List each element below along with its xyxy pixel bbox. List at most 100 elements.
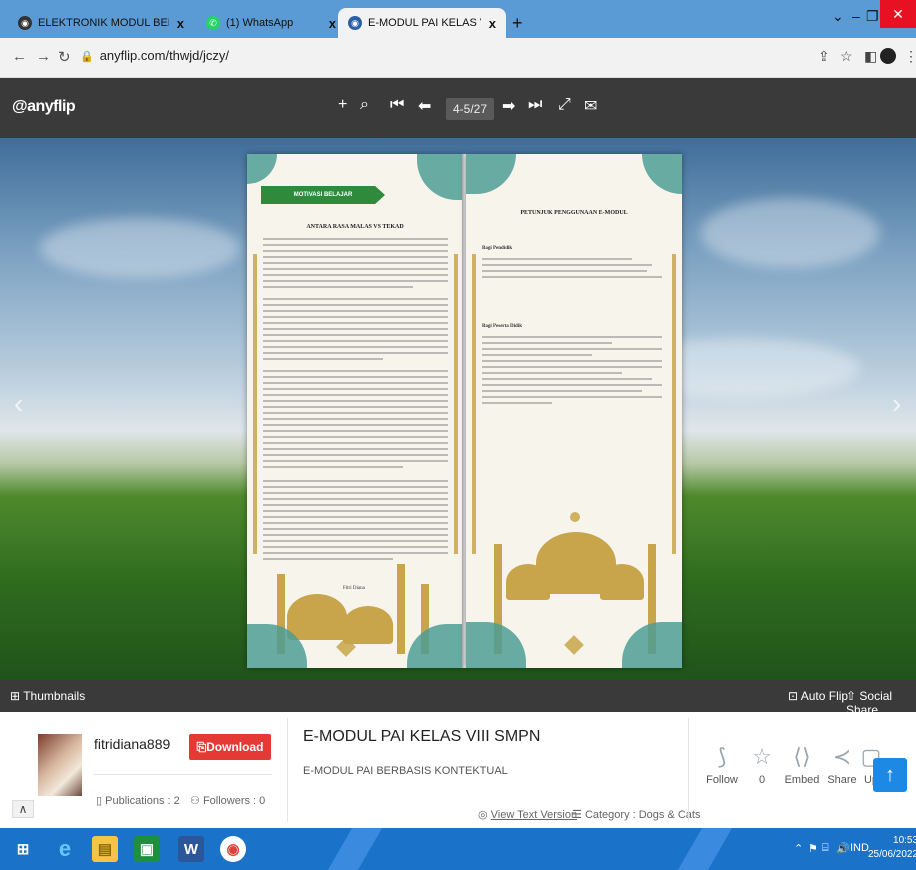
corner-ornament bbox=[247, 154, 277, 184]
tab-e-modul[interactable]: ◉ E-MODUL PAI KELAS VIII SMPN x bbox=[338, 8, 506, 38]
divider bbox=[94, 774, 272, 775]
rss-icon: ⟆ bbox=[717, 744, 727, 769]
network-icon[interactable]: ⌸ bbox=[822, 842, 829, 855]
url-text: anyflip.com/thwjd/jczy/ bbox=[99, 48, 230, 63]
clock[interactable]: 10:53 25/06/2022 bbox=[868, 834, 916, 862]
close-tab-icon[interactable]: x bbox=[329, 16, 336, 31]
window-close-icon[interactable]: ✕ bbox=[880, 0, 916, 28]
forward-icon[interactable]: → bbox=[36, 48, 51, 65]
flag-icon[interactable]: ⚑ bbox=[808, 842, 818, 855]
eye-icon: ◎ bbox=[478, 809, 488, 821]
file-explorer-icon[interactable]: ▤ bbox=[92, 836, 118, 862]
corner-ornament bbox=[622, 622, 682, 668]
book-page-right[interactable]: PETUNJUK PENGGUNAAN E-MODUL Bagi Pendidi… bbox=[466, 154, 682, 668]
view-text-version-link[interactable]: ◎ View Text Version bbox=[478, 808, 577, 821]
tab-whatsapp[interactable]: ✆ (1) WhatsApp x bbox=[196, 8, 346, 38]
page-heading: ANTARA RASA MALAS VS TEKAD bbox=[306, 224, 404, 230]
windows-start-icon[interactable]: ⊞ bbox=[10, 836, 36, 862]
border-ornament bbox=[253, 254, 257, 554]
anyflip-favicon-icon: ◉ bbox=[348, 16, 362, 30]
share-upload-icon: ⇧ bbox=[846, 689, 857, 703]
prev-page-arrow-icon[interactable]: ‹ bbox=[14, 388, 23, 420]
publisher-username[interactable]: fitridiana889 bbox=[94, 736, 170, 752]
thumbnails-button[interactable]: ⊞ Thumbnails bbox=[10, 689, 85, 703]
book-title: E-MODUL PAI KELAS VIII SMPN bbox=[303, 728, 541, 745]
book-info-panel: fitridiana889 ⎘Download PDF ▯ Publicatio… bbox=[0, 712, 916, 828]
arrow-up-icon: ↑ bbox=[885, 764, 895, 786]
signature-text: Fitri Diana bbox=[343, 586, 365, 591]
volume-icon[interactable]: 🔊 bbox=[836, 842, 850, 855]
anyflip-favicon-icon: ◉ bbox=[18, 16, 32, 30]
border-ornament bbox=[472, 254, 476, 554]
tray-chevron-icon[interactable]: ⌃ bbox=[794, 842, 803, 855]
book-page-left[interactable]: MOTIVASI BELAJAR ANTARA RASA MALAS VS TE… bbox=[247, 154, 464, 668]
border-ornament bbox=[672, 254, 676, 554]
share-mail-icon[interactable]: ✉ bbox=[584, 96, 597, 116]
new-tab-button[interactable]: + bbox=[512, 13, 523, 34]
followers-count[interactable]: ⚇ Followers : 0 bbox=[190, 794, 265, 807]
clock-time: 10:53 bbox=[893, 835, 916, 846]
sky-cloud bbox=[40, 218, 240, 278]
restore-icon[interactable]: ❐ bbox=[866, 8, 879, 25]
search-icon[interactable]: ⌕ bbox=[360, 96, 369, 114]
back-icon[interactable]: ← bbox=[12, 48, 27, 65]
chrome-icon[interactable]: ◉ bbox=[220, 836, 246, 862]
embed-button[interactable]: ⟨⟩ Embed bbox=[780, 740, 824, 786]
browser-tab-strip: ◉ ELEKTRONIK MODUL BERBASIS I x ✆ (1) Wh… bbox=[0, 0, 916, 38]
profile-avatar[interactable] bbox=[880, 48, 896, 64]
word-icon[interactable]: W bbox=[178, 836, 204, 862]
page-indicator-input[interactable]: 4-5/27 bbox=[446, 98, 494, 120]
minimize-icon[interactable]: – bbox=[852, 8, 860, 24]
code-icon: ⟨⟩ bbox=[793, 744, 811, 769]
close-tab-icon[interactable]: x bbox=[489, 16, 496, 31]
previous-page-icon[interactable]: ⬅ bbox=[418, 96, 431, 116]
user-icon: ⚇ bbox=[190, 795, 200, 807]
play-icon: ⊡ bbox=[788, 689, 799, 703]
fullscreen-icon[interactable]: ⤢ bbox=[558, 96, 571, 114]
auto-flip-label: Auto Flip bbox=[800, 689, 849, 703]
corner-ornament bbox=[642, 154, 682, 194]
first-page-icon[interactable]: ⏮ bbox=[390, 96, 404, 114]
tab-title: ELEKTRONIK MODUL BERBASIS I bbox=[38, 17, 169, 29]
like-button[interactable]: ☆ 0 bbox=[740, 740, 784, 786]
zoom-in-icon[interactable]: + bbox=[338, 96, 347, 114]
category-link[interactable]: ☰ Category : Dogs & Cats bbox=[572, 808, 701, 821]
corner-ornament bbox=[407, 624, 464, 668]
border-ornament bbox=[454, 254, 458, 554]
thumbnails-label: Thumbnails bbox=[23, 689, 86, 703]
sidepanel-icon[interactable]: ◧ bbox=[864, 48, 877, 65]
next-page-icon[interactable]: ➡ bbox=[502, 96, 515, 116]
auto-flip-button[interactable]: ⊡ Auto Flip bbox=[788, 689, 848, 703]
next-page-arrow-icon[interactable]: › bbox=[892, 388, 901, 420]
last-page-icon[interactable]: ⏭ bbox=[528, 96, 542, 114]
tab-title: (1) WhatsApp bbox=[226, 17, 294, 29]
publications-count[interactable]: ▯ Publications : 2 bbox=[96, 794, 180, 807]
download-pdf-button[interactable]: ⎘Download PDF bbox=[189, 734, 271, 780]
internet-explorer-icon[interactable]: e bbox=[52, 836, 78, 862]
bookmark-star-icon[interactable]: ☆ bbox=[840, 48, 853, 65]
publisher-avatar[interactable] bbox=[38, 734, 82, 796]
book-subtitle: E-MODUL PAI BERBASIS KONTEKTUAL bbox=[303, 765, 508, 777]
close-tab-icon[interactable]: x bbox=[177, 16, 184, 31]
collapse-button[interactable]: ∧ bbox=[12, 800, 34, 818]
corner-ornament bbox=[466, 622, 526, 668]
chevron-up-icon: ∧ bbox=[18, 802, 28, 816]
reload-icon[interactable]: ↻ bbox=[58, 48, 71, 66]
tab-elektronik-modul[interactable]: ◉ ELEKTRONIK MODUL BERBASIS I x bbox=[8, 8, 194, 38]
scroll-top-button[interactable]: ↑ bbox=[873, 758, 907, 792]
language-indicator[interactable]: IND bbox=[850, 842, 869, 854]
reader-bottom-bar: ⊞ Thumbnails ⊡ Auto Flip ⇧ Social Share bbox=[0, 680, 916, 717]
divider bbox=[287, 718, 288, 822]
menu-kebab-icon[interactable]: ⋮ bbox=[904, 48, 916, 65]
corner-ornament bbox=[466, 154, 516, 194]
sky-cloud bbox=[700, 198, 880, 268]
section-heading: Bagi Pendidik bbox=[482, 246, 513, 251]
anyflip-logo[interactable]: @anyflip bbox=[12, 98, 76, 116]
motivation-ribbon: MOTIVASI BELAJAR bbox=[261, 186, 385, 204]
follow-button[interactable]: ⟆ Follow bbox=[700, 740, 744, 786]
grid-icon: ⊞ bbox=[10, 689, 21, 703]
tab-search-icon[interactable]: ⌄ bbox=[832, 8, 844, 25]
store-icon[interactable]: ▣ bbox=[134, 836, 160, 862]
share-icon[interactable]: ⇪ bbox=[818, 48, 830, 65]
url-field[interactable]: 🔒 anyflip.com/thwjd/jczy/ bbox=[80, 48, 229, 63]
